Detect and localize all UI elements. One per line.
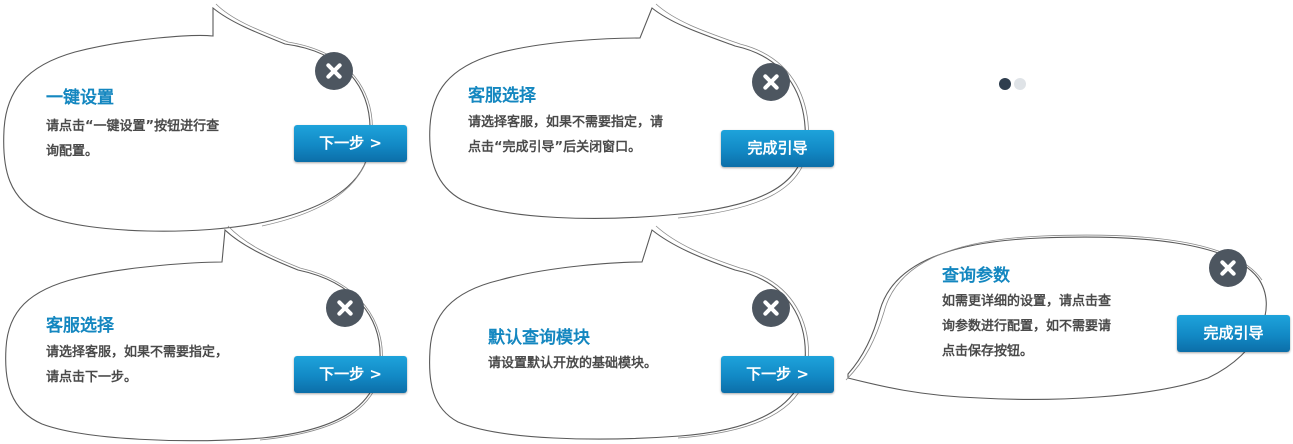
card-description: 请点击“一键设置”按钮进行查 询配置。	[46, 114, 219, 164]
card-title: 查询参数	[942, 266, 1010, 286]
close-icon[interactable]	[315, 52, 353, 90]
card-title: 客服选择	[46, 316, 114, 336]
card-description: 请设置默认开放的基础模块。	[488, 351, 657, 376]
finish-guide-button[interactable]: 完成引导	[1177, 315, 1290, 352]
card-description: 请选择客服，如果不需要指定， 请点击下一步。	[46, 340, 228, 390]
speech-bubble-4	[429, 229, 806, 440]
description-line: 请设置默认开放的基础模块。	[488, 356, 658, 371]
card-title: 默认查询模块	[488, 328, 590, 348]
page-dot-active[interactable]	[999, 78, 1011, 90]
card-title: 一键设置	[46, 88, 114, 108]
page-dot[interactable]	[1014, 78, 1026, 90]
next-step-button[interactable]: 下一步 >	[294, 356, 407, 393]
finish-guide-button[interactable]: 完成引导	[721, 130, 834, 167]
close-icon[interactable]	[752, 63, 790, 101]
description-line: 请点击“一键设置”按钮进行查	[46, 119, 220, 134]
description-line: 询参数进行配置，如不需要请	[942, 319, 1112, 334]
description-line: 如需更详细的设置，请点击查	[942, 294, 1112, 309]
description-line: 请点击下一步。	[46, 370, 138, 385]
next-step-button[interactable]: 下一步 >	[721, 356, 834, 393]
next-step-button[interactable]: 下一步 >	[294, 125, 407, 162]
description-line: 询配置。	[46, 144, 99, 159]
close-icon[interactable]	[752, 289, 790, 327]
description-line: 点击“完成引导”后关闭窗口。	[468, 140, 642, 155]
card-description: 请选择客服，如果不需要指定，请 点击“完成引导”后关闭窗口。	[468, 110, 663, 160]
description-line: 点击保存按钮。	[942, 344, 1034, 359]
description-line: 请选择客服，如果不需要指定，请	[468, 115, 664, 130]
close-icon[interactable]	[326, 289, 364, 327]
description-line: 请选择客服，如果不需要指定，	[46, 345, 229, 360]
card-title: 客服选择	[468, 86, 536, 106]
card-description: 如需更详细的设置，请点击查 询参数进行配置，如不需要请 点击保存按钮。	[942, 289, 1111, 364]
close-icon[interactable]	[1209, 249, 1247, 287]
